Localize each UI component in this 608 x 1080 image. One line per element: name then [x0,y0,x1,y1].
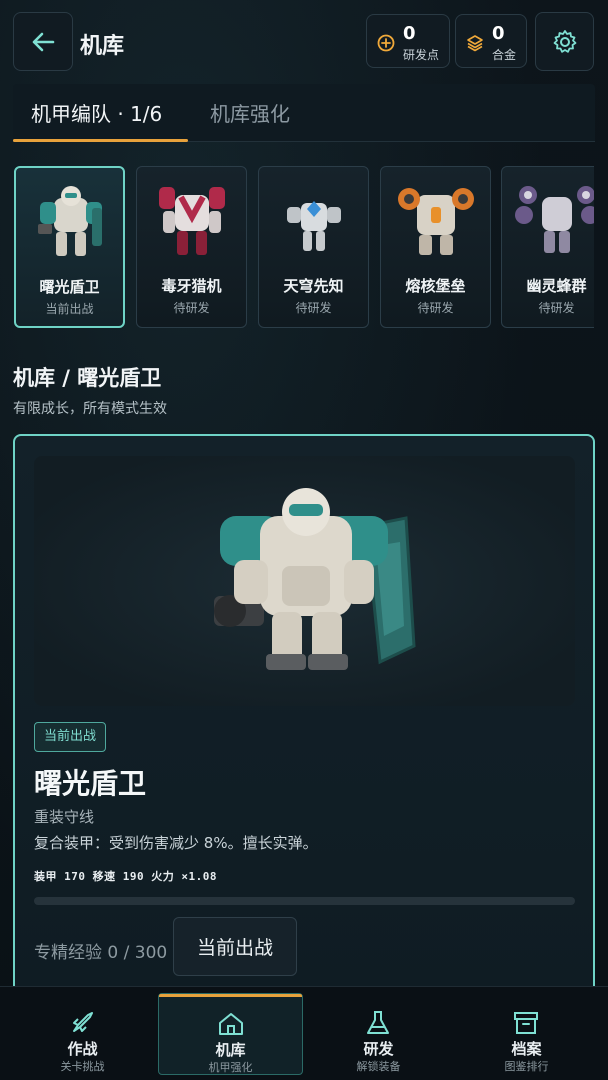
layers-icon [467,35,483,52]
mech-name: 天穹先知 [283,277,344,295]
research-points-label: 研发点 [403,48,440,62]
plus-circle-icon [377,34,395,52]
mastery-progress-bar [34,897,575,905]
nav-sublabel: 图鉴排行 [504,1060,549,1073]
mech-hero-art [214,488,416,670]
mech-detail-card: 当前出战 曙光盾卫 重装守线 复合装甲：受到伤害减少 8%。擅长实弹。 装甲 1… [13,434,595,994]
status-badge: 当前出战 [34,722,107,752]
section-subtitle: 有限成长，所有模式生效 [13,401,167,417]
gear-icon [553,29,576,53]
archive-icon [514,1012,538,1034]
active-tab-indicator [13,139,188,142]
mastery-exp-label: 专精经验 0 / 300 [34,943,168,963]
tab-bar: 机甲编队 · 1/6 机库强化 [13,84,595,142]
nav-item-hangar[interactable]: 机库 机甲强化 [158,993,303,1075]
top-bar: 机库 0 研发点 0 合金 [0,0,608,84]
mech-status: 待研发 [417,301,454,315]
mech-name: 熔核堡垒 [405,277,466,295]
mech-status: 待研发 [295,301,332,315]
alloy-value: 0 [492,23,505,44]
nav-label: 研发 [363,1040,394,1058]
section-title: 机库 / 曙光盾卫 [13,366,162,390]
alloy-counter: 0 合金 [455,14,527,68]
mech-role: 重装守线 [34,808,95,826]
mech-portrait [398,188,474,255]
mech-card-core-fortress[interactable]: 熔核堡垒 待研发 [380,166,491,328]
mech-card-ghost-swarm[interactable]: 幽灵蜂群 待研发 [501,166,594,328]
mech-name: 曙光盾卫 [39,278,100,296]
mech-card-venom-hunter[interactable]: 毒牙猎机 待研发 [136,166,247,328]
settings-button[interactable] [535,12,594,71]
nav-sublabel: 关卡挑战 [60,1060,105,1073]
mech-hero-image [34,456,575,706]
mech-portrait [287,201,341,251]
bottom-navigation: 作战 关卡挑战 机库 机甲强化 研发 解锁装备 档案 图鉴排行 [0,986,608,1080]
arrow-left-icon [32,32,55,51]
active-nav-indicator [159,994,302,997]
mech-detail-name: 曙光盾卫 [34,767,147,800]
nav-item-archive[interactable]: 档案 图鉴排行 [454,993,599,1075]
mech-portrait [38,186,102,256]
tab-mech-squad[interactable]: 机甲编队 · 1/6 [31,98,162,127]
back-button[interactable] [13,12,73,71]
research-points-value: 0 [403,23,416,44]
home-icon [219,1013,243,1035]
mech-carousel[interactable]: 曙光盾卫 当前出战 毒牙猎机 待研发 天穹先知 待研发 熔核堡垒 待研发 幽灵蜂… [14,166,594,330]
nav-item-battle[interactable]: 作战 关卡挑战 [10,993,155,1075]
rocket-icon [73,1012,93,1032]
nav-sublabel: 机甲强化 [208,1061,253,1074]
mech-stats: 装甲 170 移速 190 火力 ×1.08 [34,870,217,883]
mech-card-dawn-shield[interactable]: 曙光盾卫 当前出战 [14,166,125,328]
mech-status: 当前出战 [45,302,94,316]
mech-name: 幽灵蜂群 [526,277,587,295]
mech-status: 待研发 [538,301,575,315]
page-title: 机库 [80,34,125,59]
mech-card-sky-oracle[interactable]: 天穹先知 待研发 [258,166,369,328]
nav-label: 作战 [67,1040,98,1058]
mech-name: 毒牙猎机 [161,277,222,295]
mech-portrait [515,186,594,253]
nav-item-research[interactable]: 研发 解锁装备 [306,993,451,1075]
research-points-counter: 0 研发点 [366,14,450,68]
nav-label: 档案 [511,1040,542,1058]
alloy-label: 合金 [492,48,517,62]
tab-hangar-upgrade[interactable]: 机库强化 [210,98,290,127]
mech-portrait [159,187,225,255]
nav-label: 机库 [215,1041,246,1059]
mech-description: 复合装甲：受到伤害减少 8%。擅长实弹。 [34,834,318,852]
mech-status: 待研发 [173,301,210,315]
deploy-button[interactable]: 当前出战 [173,917,297,976]
nav-sublabel: 解锁装备 [356,1060,401,1073]
flask-icon [367,1011,389,1034]
